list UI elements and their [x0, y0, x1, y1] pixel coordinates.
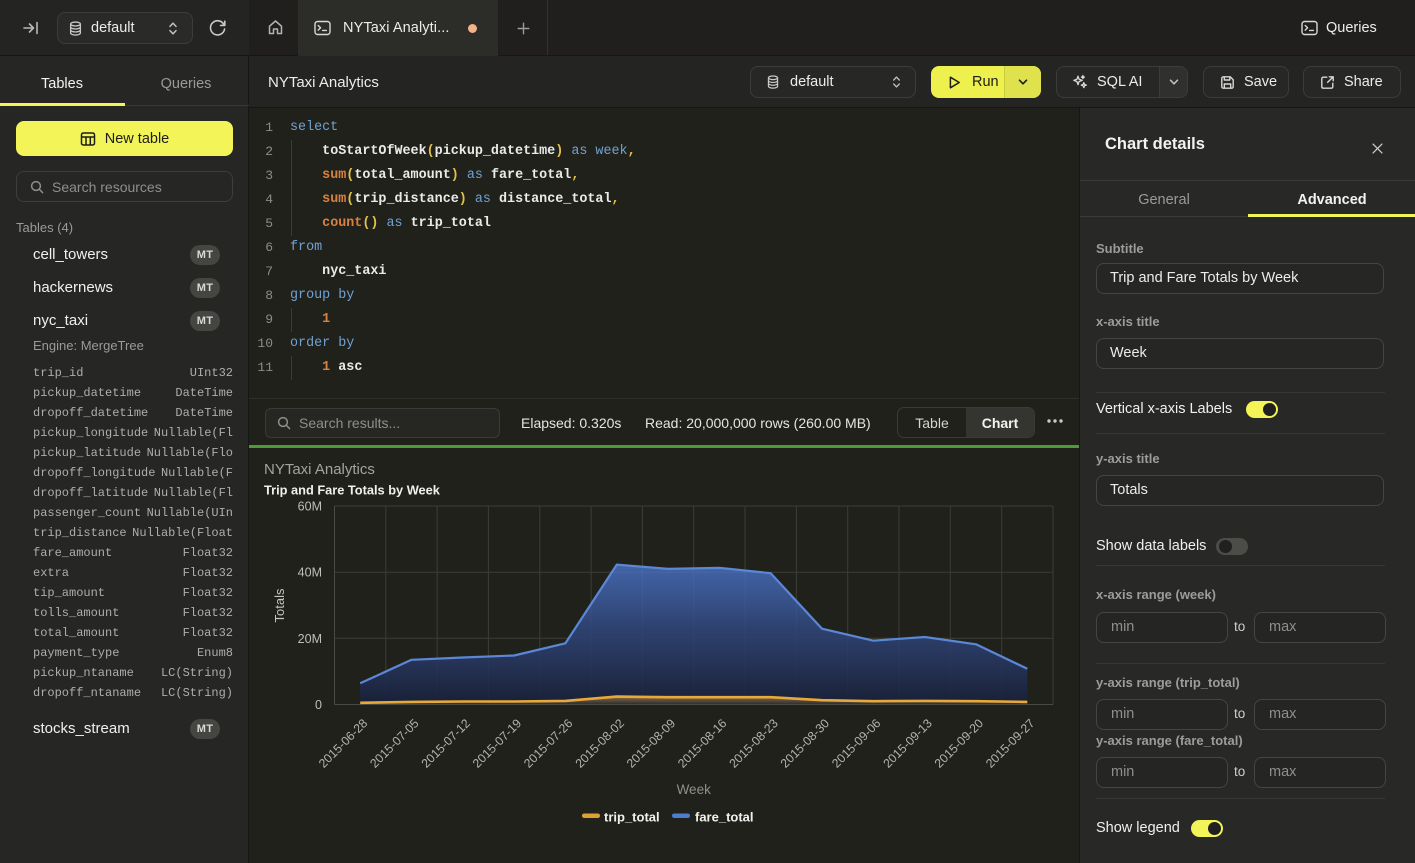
svg-text:20M: 20M — [298, 632, 322, 646]
svg-text:2015-08-02: 2015-08-02 — [573, 716, 627, 770]
svg-text:2015-07-19: 2015-07-19 — [470, 716, 524, 770]
svg-text:2015-08-30: 2015-08-30 — [778, 716, 832, 770]
svg-text:60M: 60M — [298, 500, 322, 514]
svg-text:trip_total: trip_total — [604, 810, 660, 825]
svg-text:2015-09-13: 2015-09-13 — [880, 716, 934, 770]
svg-text:2015-07-26: 2015-07-26 — [521, 716, 575, 770]
svg-text:Totals: Totals — [272, 588, 287, 622]
svg-text:2015-07-05: 2015-07-05 — [367, 716, 421, 770]
svg-text:Trip and Fare Totals by Week: Trip and Fare Totals by Week — [264, 483, 441, 498]
svg-text:2015-09-06: 2015-09-06 — [829, 716, 883, 770]
svg-text:2015-08-23: 2015-08-23 — [726, 716, 780, 770]
svg-text:2015-08-16: 2015-08-16 — [675, 716, 729, 770]
svg-text:fare_total: fare_total — [695, 810, 754, 825]
svg-text:NYTaxi Analytics: NYTaxi Analytics — [264, 461, 375, 478]
svg-text:2015-08-09: 2015-08-09 — [624, 716, 678, 770]
svg-text:40M: 40M — [298, 566, 322, 580]
svg-text:Week: Week — [677, 782, 712, 797]
svg-text:0: 0 — [315, 698, 322, 712]
svg-text:2015-09-20: 2015-09-20 — [932, 716, 986, 770]
svg-text:2015-06-28: 2015-06-28 — [316, 716, 370, 770]
svg-text:2015-09-27: 2015-09-27 — [983, 716, 1037, 770]
svg-text:2015-07-12: 2015-07-12 — [419, 716, 473, 770]
